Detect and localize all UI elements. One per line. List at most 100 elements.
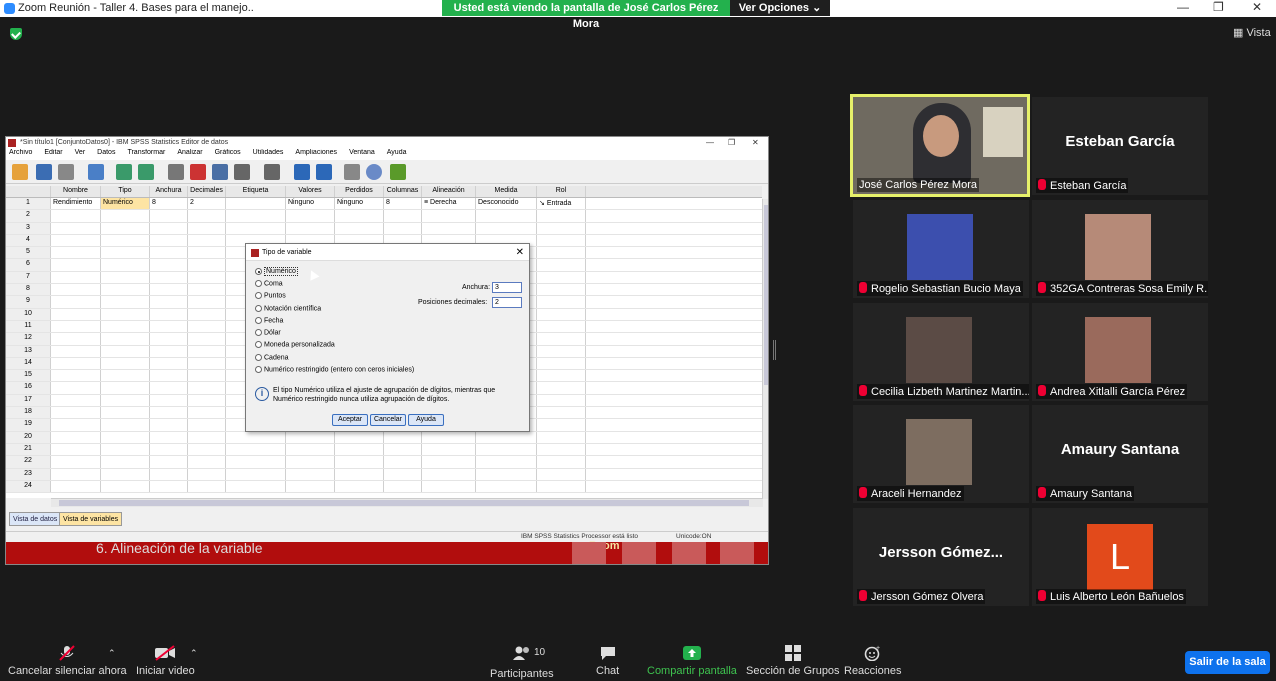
grid-cell[interactable] <box>150 308 188 320</box>
row-number[interactable]: 9 <box>6 296 51 308</box>
grid-cell[interactable] <box>422 431 476 443</box>
grid-cell[interactable] <box>537 320 586 333</box>
grid-cell[interactable] <box>188 222 226 234</box>
grid-cell[interactable] <box>384 443 422 456</box>
grid-cell[interactable] <box>537 443 586 456</box>
goto-variable-icon[interactable] <box>190 164 206 180</box>
audio-options-caret[interactable]: ⌃ <box>108 648 116 659</box>
grid-cell[interactable] <box>537 234 586 247</box>
grid-cell[interactable] <box>188 468 226 480</box>
grid-cell[interactable] <box>150 259 188 271</box>
grid-cell[interactable] <box>150 345 188 357</box>
help-button[interactable]: Ayuda <box>408 414 444 426</box>
grid-cell[interactable] <box>286 222 335 234</box>
grid-cell[interactable] <box>537 271 586 284</box>
split-file-icon[interactable] <box>344 164 360 180</box>
menu-ventana[interactable]: Ventana <box>349 149 375 156</box>
cell-etiqueta[interactable] <box>226 198 286 210</box>
grid-cell[interactable] <box>537 222 586 234</box>
grid-cell[interactable] <box>476 468 537 480</box>
decimals-input[interactable]: 2 <box>492 297 522 308</box>
grid-cell[interactable] <box>150 296 188 308</box>
cell-rol[interactable]: ↘ Entrada <box>537 198 586 210</box>
chat-button[interactable]: Chat <box>596 645 619 677</box>
grid-cell[interactable] <box>188 296 226 308</box>
grid-cell[interactable] <box>188 320 226 333</box>
grid-cell[interactable] <box>286 443 335 456</box>
grid-cell[interactable] <box>476 456 537 468</box>
grid-cell[interactable] <box>150 382 188 394</box>
grid-cell[interactable] <box>101 431 150 443</box>
insert-cases-icon[interactable] <box>294 164 310 180</box>
grid-cell[interactable] <box>422 443 476 456</box>
grid-cell[interactable] <box>188 247 226 259</box>
grid-cell[interactable] <box>537 382 586 394</box>
menu-ayuda[interactable]: Ayuda <box>387 149 407 156</box>
grid-cell[interactable] <box>226 222 286 234</box>
row-number[interactable]: 10 <box>6 308 51 320</box>
menu-ver[interactable]: Ver <box>75 149 86 156</box>
grid-cell[interactable] <box>335 210 384 222</box>
grid-cell[interactable] <box>226 468 286 480</box>
grid-cell[interactable] <box>188 271 226 284</box>
grid-cell[interactable] <box>188 394 226 407</box>
row-number[interactable]: 2 <box>6 210 51 222</box>
option-coma[interactable]: Coma <box>255 280 283 287</box>
menu-transformar[interactable]: Transformar <box>127 149 165 156</box>
participant-tile[interactable]: Rogelio Sebastian Bucio Maya <box>853 200 1029 298</box>
grid-cell[interactable] <box>51 443 101 456</box>
menu-ampliaciones[interactable]: Ampliaciones <box>295 149 337 156</box>
participant-tile[interactable]: Amaury Santana Amaury Santana <box>1032 405 1208 503</box>
insert-variable-icon[interactable] <box>316 164 332 180</box>
row-number[interactable]: 11 <box>6 320 51 333</box>
row-number[interactable]: 16 <box>6 382 51 394</box>
grid-cell[interactable] <box>51 345 101 357</box>
grid-cell[interactable] <box>537 296 586 308</box>
menu-utilidades[interactable]: Utilidades <box>253 149 284 156</box>
row-number[interactable]: 5 <box>6 247 51 259</box>
grid-cell[interactable] <box>51 296 101 308</box>
grid-cell[interactable] <box>150 333 188 345</box>
grid-cell[interactable] <box>51 222 101 234</box>
grid-cell[interactable] <box>537 308 586 320</box>
grid-cell[interactable] <box>51 284 101 296</box>
tab-data-view[interactable]: Vista de datos <box>9 512 62 526</box>
grid-cell[interactable] <box>188 345 226 357</box>
grid-cell[interactable] <box>150 394 188 407</box>
cancel-button[interactable]: Cancelar <box>370 414 406 426</box>
tab-variable-view[interactable]: Vista de variables <box>59 512 123 526</box>
grid-cell[interactable] <box>188 234 226 247</box>
grid-cell[interactable] <box>150 357 188 370</box>
grid-cell[interactable] <box>476 222 537 234</box>
row-number[interactable]: 12 <box>6 333 51 345</box>
grid-cell[interactable] <box>286 468 335 480</box>
grid-cell[interactable] <box>101 247 150 259</box>
grid-cell[interactable] <box>384 431 422 443</box>
grid-cell[interactable] <box>51 308 101 320</box>
grid-cell[interactable] <box>335 480 384 493</box>
grid-cell[interactable] <box>226 431 286 443</box>
scroll-thumb[interactable] <box>764 205 768 385</box>
print-icon[interactable] <box>58 164 74 180</box>
value-labels-icon[interactable] <box>366 164 382 180</box>
grid-cell[interactable] <box>101 345 150 357</box>
grid-cell[interactable] <box>51 271 101 284</box>
dialog-recall-icon[interactable] <box>88 164 104 180</box>
participant-tile[interactable]: Araceli Hernandez <box>853 405 1029 503</box>
grid-cell[interactable] <box>101 468 150 480</box>
grid-cell[interactable] <box>101 443 150 456</box>
grid-cell[interactable] <box>150 370 188 382</box>
col-medida[interactable]: Medida <box>476 186 537 197</box>
col-perdidos[interactable]: Perdidos <box>335 186 384 197</box>
grid-cell[interactable] <box>150 284 188 296</box>
participant-tile[interactable]: Jersson Gómez... Jersson Gómez Olvera <box>853 508 1029 606</box>
grid-cell[interactable] <box>537 357 586 370</box>
grid-cell[interactable] <box>150 443 188 456</box>
col-tipo[interactable]: Tipo <box>101 186 150 197</box>
grid-cell[interactable] <box>476 431 537 443</box>
grid-cell[interactable] <box>226 443 286 456</box>
grid-cell[interactable] <box>51 259 101 271</box>
grid-cell[interactable] <box>188 480 226 493</box>
participant-tile[interactable]: José Carlos Pérez Mora <box>850 94 1030 197</box>
row-number[interactable]: 21 <box>6 443 51 456</box>
